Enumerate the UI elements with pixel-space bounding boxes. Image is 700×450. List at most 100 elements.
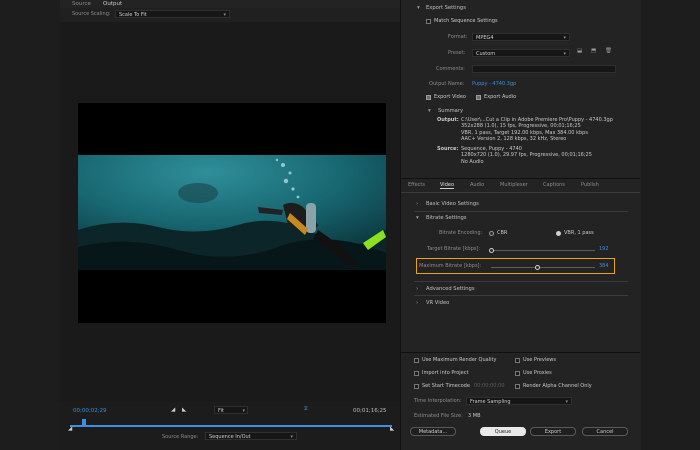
import-project-checkbox[interactable] (414, 371, 419, 376)
vr-video[interactable]: VR Video (426, 300, 449, 306)
out-point-handle[interactable]: ◣ (390, 426, 394, 432)
render-alpha-checkbox[interactable] (515, 384, 520, 389)
save-preset-icon[interactable]: ⬓ (577, 48, 582, 54)
max-bitrate-slider[interactable] (491, 267, 595, 268)
output-name-label: Output Name: (429, 81, 465, 87)
bitrate-settings[interactable]: Bitrate Settings (426, 215, 467, 221)
source-scaling-value: Scale To Fit (119, 12, 147, 18)
summary-output-label: Output: (437, 117, 459, 123)
time-interpolation-value: Frame Sampling (470, 399, 511, 405)
export-settings-icon[interactable]: ⧖ (304, 406, 308, 413)
tab-source[interactable]: Source (72, 0, 91, 8)
vbr-radio[interactable] (556, 231, 561, 236)
source-range-label: Source Range: (162, 434, 199, 440)
chevron-down-icon: ▾ (563, 35, 566, 41)
comments-input[interactable] (472, 65, 616, 73)
section-divider (414, 295, 628, 296)
chevron-down-icon: ▾ (290, 434, 293, 440)
tab-multiplexer[interactable]: Multiplexer (500, 182, 528, 188)
tab-divider (401, 178, 640, 179)
mark-in-icon[interactable]: ◢ (171, 407, 175, 413)
underwater-video-frame (78, 155, 386, 270)
use-previews-label: Use Previews (523, 357, 556, 363)
summary-source-line: No Audio (461, 158, 484, 165)
tab-captions[interactable]: Captions (543, 182, 565, 188)
target-bitrate-knob[interactable] (488, 248, 494, 253)
vbr-label: VBR, 1 pass (564, 230, 594, 236)
chevron-down-icon: ▾ (242, 408, 245, 414)
duration: 00;01;16;25 (353, 408, 387, 414)
mark-out-icon[interactable]: ◣ (182, 407, 186, 413)
match-sequence-checkbox[interactable] (426, 19, 431, 24)
delete-preset-icon[interactable]: 🗑 (605, 48, 612, 54)
max-render-checkbox[interactable] (414, 358, 419, 363)
export-video-checkbox[interactable] (426, 95, 431, 100)
source-scaling-select[interactable]: Scale To Fit ▾ (115, 10, 230, 18)
cbr-label: CBR (497, 230, 508, 236)
tab-effects[interactable]: Effects (408, 182, 425, 188)
section-divider (414, 281, 628, 282)
tab-audio[interactable]: Audio (470, 182, 484, 188)
chevron-down-icon: ▾ (565, 399, 568, 405)
target-bitrate-value[interactable]: 192 (599, 246, 609, 252)
queue-button[interactable]: Queue (480, 427, 526, 436)
summary-source-line: 1280x720 (1.0), 29.97 fps, Progressive, … (461, 152, 592, 159)
source-range-value: Sequence In/Out (209, 434, 251, 440)
format-value: MPEG4 (476, 35, 494, 41)
cbr-radio[interactable] (489, 231, 494, 236)
summary-title: Summary (438, 108, 464, 114)
advanced-settings[interactable]: Advanced Settings (426, 286, 475, 292)
format-select[interactable]: MPEG4 ▾ (472, 33, 570, 41)
chevron-down-icon[interactable]: ▾ (428, 108, 431, 114)
export-audio-checkbox[interactable] (476, 95, 481, 100)
max-bitrate-value[interactable]: 384 (599, 263, 609, 269)
time-interpolation-select[interactable]: Frame Sampling ▾ (466, 397, 572, 405)
export-settings-title: Export Settings (426, 5, 466, 11)
import-preset-icon[interactable]: ⬒ (591, 48, 596, 54)
import-project-label: Import into Project (422, 370, 469, 376)
chevron-right-icon[interactable]: › (416, 300, 418, 306)
section-divider (414, 211, 628, 212)
export-audio-label: Export Audio (484, 94, 517, 100)
in-point-handle[interactable]: ◢ (68, 426, 72, 432)
source-range-select[interactable]: Sequence In/Out ▾ (205, 432, 297, 440)
match-sequence-label: Match Sequence Settings (434, 18, 498, 24)
basic-video-settings[interactable]: Basic Video Settings (426, 201, 479, 207)
chevron-down-icon: ▾ (223, 12, 226, 18)
chevron-down-icon[interactable]: ▾ (416, 215, 419, 221)
preset-label: Preset: (448, 50, 466, 56)
preset-select[interactable]: Custom ▾ (472, 49, 570, 57)
source-scaling-label: Source Scaling: (72, 11, 111, 17)
summary-output-line: AAC+ Version 2, 128 kbps, 32 kHz, Stereo (461, 136, 567, 143)
options-divider (401, 352, 640, 353)
target-bitrate-slider[interactable] (491, 250, 595, 251)
output-name-link[interactable]: Puppy - 4740.3gp (472, 81, 516, 87)
timeline-bar[interactable] (70, 425, 392, 427)
summary-output-lines: C:\User\...Cut a Clip in Adobe Premiere … (461, 117, 613, 143)
chevron-right-icon[interactable]: › (416, 201, 418, 207)
current-time[interactable]: 00;00;02;29 (73, 408, 107, 414)
cancel-button[interactable]: Cancel (582, 427, 628, 436)
tab-publish[interactable]: Publish (581, 182, 599, 188)
start-timecode-label: Set Start Timecode (422, 383, 470, 389)
use-previews-checkbox[interactable] (515, 358, 520, 363)
summary-source-lines: Sequence, Puppy - 4740 1280x720 (1.0), 2… (461, 146, 592, 165)
start-timecode-checkbox[interactable] (414, 384, 419, 389)
format-label: Format: (448, 34, 468, 40)
metadata-button[interactable]: Metadata... (410, 427, 456, 436)
max-bitrate-label: Maximum Bitrate [kbps]: (419, 263, 482, 269)
tab-video[interactable]: Video (440, 182, 455, 189)
source-scaling-row (60, 8, 400, 22)
chevron-down-icon[interactable]: ▾ (417, 5, 420, 11)
time-interpolation-label: Time Interpolation: (414, 398, 462, 404)
export-button[interactable]: Export (530, 427, 576, 436)
chevron-down-icon: ▾ (563, 51, 566, 57)
fit-select[interactable]: Fit ▾ (214, 406, 248, 414)
bitrate-encoding-label: Bitrate Encoding: (439, 230, 483, 236)
max-render-label: Use Maximum Render Quality (422, 357, 497, 363)
playhead[interactable] (82, 419, 86, 425)
start-timecode-value[interactable]: 00;00;00;00 (474, 383, 505, 389)
render-alpha-label: Render Alpha Channel Only (523, 383, 592, 389)
chevron-right-icon[interactable]: › (416, 286, 418, 292)
use-proxies-checkbox[interactable] (515, 371, 520, 376)
